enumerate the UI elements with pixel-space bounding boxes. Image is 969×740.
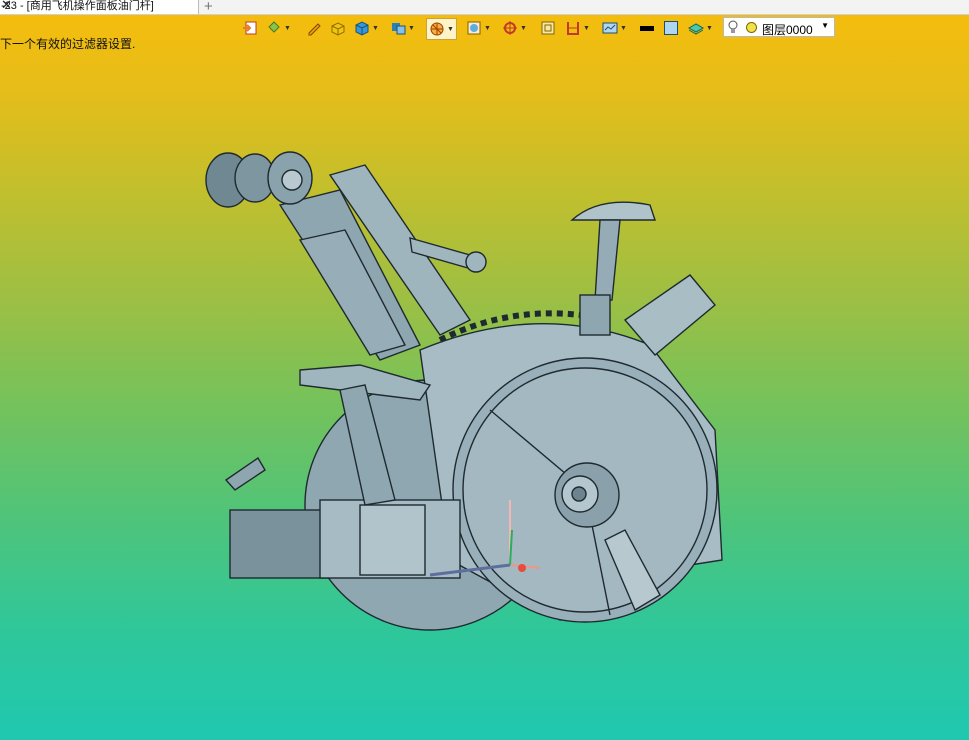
throttle-quadrant-model	[205, 151, 723, 631]
model-viewport[interactable]	[0, 0, 969, 740]
